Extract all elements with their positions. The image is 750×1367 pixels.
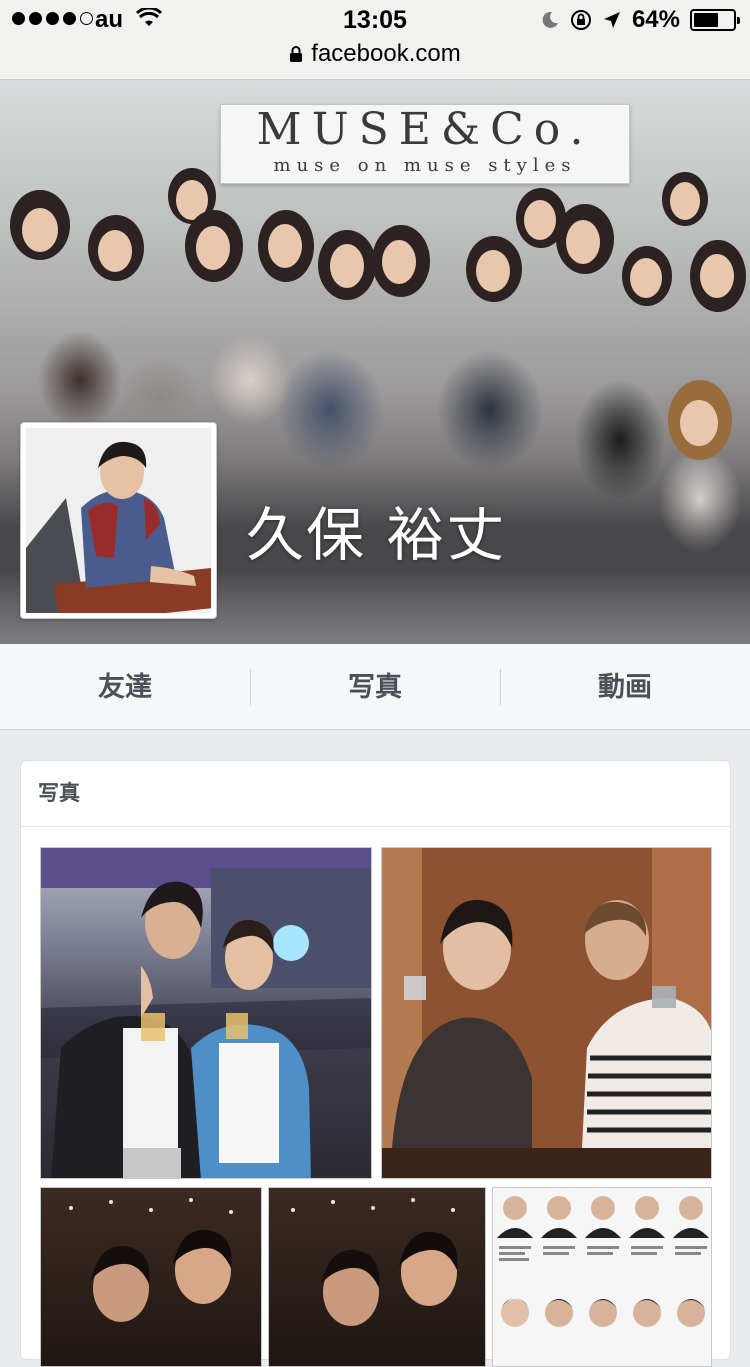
url-bar[interactable]: facebook.com <box>0 40 750 68</box>
photo-thumbnail[interactable] <box>492 1187 712 1367</box>
cover-person-face <box>670 182 700 220</box>
profile-nav: 友達 写真 動画 <box>0 644 750 730</box>
tab-videos[interactable]: 動画 <box>500 667 750 707</box>
url-domain: facebook.com <box>311 40 461 67</box>
photo-thumbnail[interactable] <box>40 847 372 1179</box>
tab-photos[interactable]: 写真 <box>250 667 500 707</box>
cover-person-face <box>700 254 734 298</box>
photo-image <box>382 848 711 1178</box>
cover-person-face <box>196 226 230 270</box>
photos-card: 写真 <box>20 760 731 1367</box>
profile-name[interactable]: 久保 裕丈 <box>246 488 506 572</box>
photo-thumbnail[interactable] <box>381 847 712 1179</box>
cover-banner-title: MUSE&Co. <box>256 104 594 155</box>
cover-person-face <box>98 230 132 272</box>
profile-picture-image <box>26 428 211 613</box>
cover-person-face <box>476 250 510 292</box>
location-arrow-icon <box>603 12 620 28</box>
profile-picture[interactable] <box>20 422 217 619</box>
battery-icon <box>690 9 740 31</box>
cover-person-face <box>630 258 662 298</box>
cover-banner-subtitle: muse on muse styles <box>273 155 577 176</box>
profile-picture-illustration <box>26 428 211 613</box>
photo-image <box>41 848 371 1178</box>
cover-person-face <box>566 220 600 264</box>
photo-thumbnail[interactable] <box>268 1187 486 1367</box>
cover-person-face <box>524 200 556 240</box>
cover-person-face <box>330 244 364 288</box>
cover-banner: MUSE&Co. muse on muse styles <box>220 104 630 184</box>
lock-icon <box>290 46 303 62</box>
tab-friends[interactable]: 友達 <box>0 667 250 707</box>
battery-percent: 64% <box>631 6 680 33</box>
photo-image <box>69 1198 233 1322</box>
photo-image <box>497 1196 709 1327</box>
status-bar: au 13:05 64% facebook.com <box>0 0 750 80</box>
cover-person-face <box>382 240 416 284</box>
cover-person-face <box>22 208 58 252</box>
photo-image <box>291 1198 458 1326</box>
photos-card-title: 写真 <box>21 761 730 827</box>
photo-thumbnail[interactable] <box>40 1187 262 1367</box>
rotation-lock-icon <box>570 10 591 30</box>
cover-person-face <box>680 400 718 446</box>
cover-person-face <box>268 224 302 268</box>
do-not-disturb-icon <box>542 11 558 28</box>
